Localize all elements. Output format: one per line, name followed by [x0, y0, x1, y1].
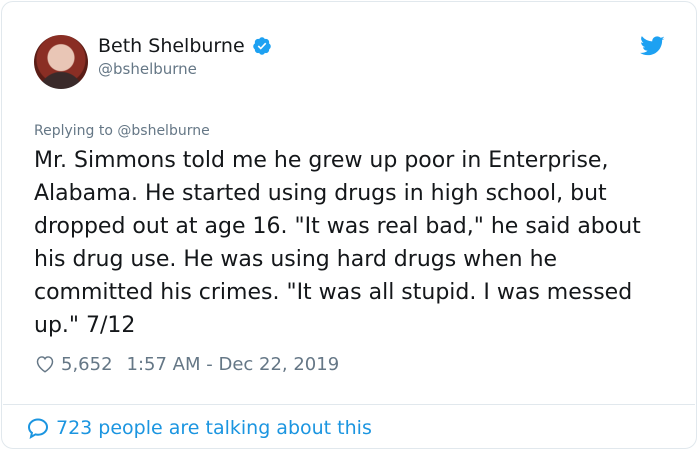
- speech-bubble-icon: [27, 418, 49, 440]
- twitter-bird-icon[interactable]: [640, 36, 665, 57]
- replying-to: Replying to @bshelburne: [34, 123, 210, 139]
- tweet-card: Beth Shelburne @bshelburne Replying to @…: [1, 1, 697, 449]
- timestamp[interactable]: 1:57 AM - Dec 22, 2019: [127, 354, 340, 375]
- replying-to-handle[interactable]: @bshelburne: [117, 123, 209, 139]
- heart-icon[interactable]: [34, 353, 56, 375]
- verified-badge-icon: [252, 37, 271, 55]
- author-name[interactable]: Beth Shelburne: [98, 35, 245, 57]
- conversation-link[interactable]: 723 people are talking about this: [26, 416, 372, 440]
- avatar[interactable]: [34, 35, 88, 89]
- replying-prefix: Replying to: [34, 123, 118, 139]
- tweet-meta: 5,652 1:57 AM - Dec 22, 2019: [34, 353, 339, 375]
- author-handle[interactable]: @bshelburne: [98, 60, 197, 78]
- tweet-text: Mr. Simmons told me he grew up poor in E…: [34, 148, 641, 338]
- divider: [3, 404, 695, 405]
- like-count[interactable]: 5,652: [61, 354, 113, 375]
- talking-count-text[interactable]: 723 people are talking about this: [56, 417, 372, 439]
- author-name-row: Beth Shelburne: [98, 35, 272, 57]
